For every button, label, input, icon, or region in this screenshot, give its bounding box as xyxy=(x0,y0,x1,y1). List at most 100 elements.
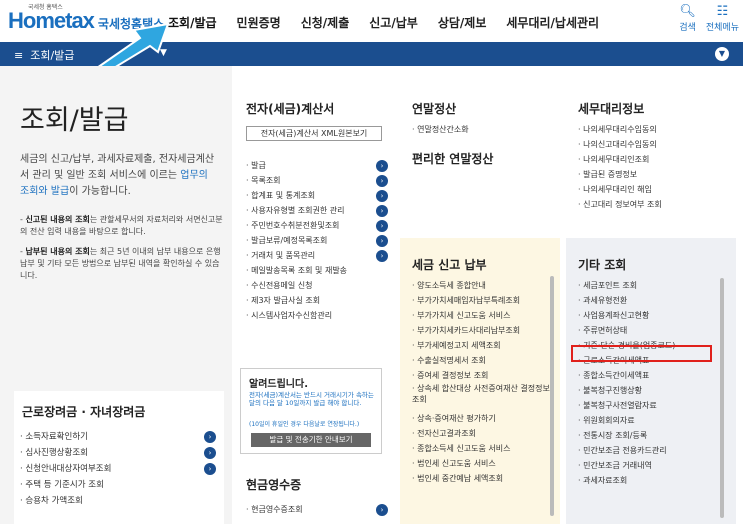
gnb-item-tax-agent[interactable]: 세무대리/납세관리 xyxy=(506,14,599,31)
tax-report-list: · 양도소득세 종합안내 · 부가가치세매입자납부특례조회 · 부가가치세 신고… xyxy=(412,278,552,486)
list-item[interactable]: · 증여세 결정정보 조회 xyxy=(412,368,552,383)
list-item[interactable]: · 나의신고대리수임동의 xyxy=(578,137,728,152)
list-item[interactable]: · 나의세무대리인조회 xyxy=(578,152,728,167)
list-item[interactable]: · 민간보조금 거래내역 xyxy=(578,458,724,473)
note-reported: - 신고된 내용의 조회는 관할세무서의 자료처리와 서면신고분의 전산 입력 … xyxy=(20,215,223,236)
list-item[interactable]: · 소득자료확인하기 › xyxy=(20,429,222,445)
list-item[interactable]: · 시스템사업자수신함관리 xyxy=(246,308,388,323)
scrollbar[interactable] xyxy=(550,276,554,516)
list-item[interactable]: · 과세자료조회 xyxy=(578,473,724,488)
top-utilities: 🔍︎ 검색 ☷ 전체메뉴 xyxy=(679,4,739,33)
global-nav: 조회/발급 민원증명 신청/제출 신고/납부 상담/제보 세무대리/납세관리 xyxy=(168,14,619,31)
list-item[interactable]: · 신고대리 정보여부 조회 xyxy=(578,197,728,212)
arrow-circle-icon[interactable]: › xyxy=(376,250,388,262)
list-item[interactable]: · 불복청구진행상황 xyxy=(578,383,724,398)
list-item[interactable]: · 메일발송목록 조회 및 재발송 xyxy=(246,263,388,278)
list-item[interactable]: · 불복청구사전열람자료 xyxy=(578,398,724,413)
all-menu-button[interactable]: ☷ 전체메뉴 xyxy=(706,4,739,33)
other-inquiry-list: · 세금포인트 조회 · 과세유형전환 · 사업용계좌신고현황 · 주류면허상태… xyxy=(578,278,724,488)
list-item[interactable]: · 법인세 중간예납 세액조회 xyxy=(412,471,552,486)
scrollbar[interactable] xyxy=(720,278,724,518)
list-item[interactable]: · 수신전용메일 신청 xyxy=(246,278,388,293)
list-item[interactable]: · 목록조회 › xyxy=(246,173,388,188)
arrow-circle-icon[interactable]: › xyxy=(376,504,388,516)
list-item[interactable]: · 위원회회의자료 xyxy=(578,413,724,428)
list-item[interactable]: · 주류면허상태 xyxy=(578,323,724,338)
list-item[interactable]: · 심사진행상황조회 › xyxy=(20,445,222,461)
year-end-section: 연말정산 · 연말정산간소화 편리한 연말정산 xyxy=(400,82,560,227)
incentive-list: · 소득자료확인하기 › · 심사진행상황조회 › · 신청안내대상자여부조회 › ·… xyxy=(20,429,222,509)
cash-receipt-list: · 현금영수증조회 › xyxy=(246,502,388,517)
einvoice-title: 전자(세금)계산서 xyxy=(246,102,335,116)
list-item[interactable]: · 민간보조금 전용카드관리 xyxy=(578,443,724,458)
year-end-list: · 연말정산간소화 xyxy=(412,122,554,137)
list-item[interactable]: · 종합소득세 신고도움 서비스 xyxy=(412,441,552,456)
list-item[interactable]: · 부가가치세매입자납부특례조회 xyxy=(412,293,552,308)
list-item[interactable]: · 나의세무대리수임동의 xyxy=(578,122,728,137)
year-end-sub: 편리한 연말정산 xyxy=(412,152,494,166)
list-item[interactable]: · 발급 › xyxy=(246,158,388,173)
list-item[interactable]: · 법인세 신고도움 서비스 xyxy=(412,456,552,471)
list-item[interactable]: · 부가세예정고지 세액조회 xyxy=(412,338,552,353)
list-item[interactable]: · 거래처 및 품목관리 › xyxy=(246,248,388,263)
logo-text: Hometax xyxy=(8,8,95,33)
other-inquiry-title: 기타 조회 xyxy=(578,258,627,272)
left-panel: 조회/발급 세금의 신고/납부, 과세자료제출, 전자세금계산서 관리 및 일반… xyxy=(0,66,232,524)
incentive-box: 근로장려금 · 자녀장려금 · 소득자료확인하기 › · 심사진행상황조회 › · … xyxy=(14,391,224,524)
other-inquiry-section: 기타 조회 · 세금포인트 조회 · 과세유형전환 · 사업용계좌신고현황 · … xyxy=(566,238,736,524)
list-item[interactable]: · 부가가치세 신고도움 서비스 xyxy=(412,308,552,323)
gnb-item-consult[interactable]: 상담/제보 xyxy=(438,14,487,31)
gnb-item-certificate[interactable]: 민원증명 xyxy=(237,14,281,31)
list-item[interactable]: · 사용자유형별 조회권한 관리 › xyxy=(246,203,388,218)
gnb-item-application[interactable]: 신청/제출 xyxy=(301,14,350,31)
arrow-circle-icon[interactable]: › xyxy=(376,205,388,217)
chevron-circle-icon[interactable]: ▼ xyxy=(715,47,729,61)
list-item[interactable]: · 부가가치세카드사대리납부조회 xyxy=(412,323,552,338)
list-item[interactable]: · 신청안내대상자여부조회 › xyxy=(20,461,222,477)
tax-agent-title: 세무대리정보 xyxy=(578,102,645,116)
list-item[interactable]: · 승용차 가액조회 xyxy=(20,493,222,509)
arrow-circle-icon[interactable]: › xyxy=(204,463,216,475)
list-item[interactable]: · 종합소득간이세액표 xyxy=(578,368,724,383)
list-item[interactable]: · 세금포인트 조회 xyxy=(578,278,724,293)
list-item[interactable]: · 수출실적명세서 조회 xyxy=(412,353,552,368)
search-button[interactable]: 🔍︎ 검색 xyxy=(679,4,696,33)
list-item[interactable]: · 양도소득세 종합안내 xyxy=(412,278,552,293)
list-item[interactable]: · 나의세무대리인 해임 xyxy=(578,182,728,197)
list-item[interactable]: · 상속·증여재산 평가하기 xyxy=(412,411,552,426)
deadline-guide-button[interactable]: 발급 및 전송기한 안내보기 xyxy=(251,433,371,447)
list-item[interactable]: · 주택 등 기준시가 조회 xyxy=(20,477,222,493)
gnb-item-inquiry[interactable]: 조회/발급 xyxy=(168,14,217,31)
list-item[interactable]: · 발급된 증명정보 xyxy=(578,167,728,182)
list-item[interactable]: · 제3자 발급사실 조회 xyxy=(246,293,388,308)
arrow-circle-icon[interactable]: › xyxy=(376,175,388,187)
arrow-circle-icon[interactable]: › xyxy=(376,190,388,202)
xml-original-button[interactable]: 전자(세금)계산서 XML원본보기 xyxy=(246,126,382,141)
list-item[interactable]: · 전자신고결과조회 xyxy=(412,426,552,441)
arrow-circle-icon[interactable]: › xyxy=(204,447,216,459)
year-end-title: 연말정산 xyxy=(412,102,457,116)
search-icon: 🔍︎ xyxy=(679,4,696,19)
list-item[interactable]: · 연말정산간소화 xyxy=(412,122,554,137)
list-item[interactable]: · 합계표 및 통계조회 › xyxy=(246,188,388,203)
search-label: 검색 xyxy=(679,23,696,33)
gnb-item-report-pay[interactable]: 신고/납부 xyxy=(369,14,418,31)
tax-report-title: 세금 신고 납부 xyxy=(412,258,487,272)
notice-sub: (10일이 휴일인 경우 다음날로 연장됩니다.) xyxy=(249,421,360,428)
list-item[interactable]: · 과세유형전환 xyxy=(578,293,724,308)
arrow-circle-icon[interactable]: › xyxy=(376,220,388,232)
list-item[interactable]: · 발급보류/예정목록조회 › xyxy=(246,233,388,248)
list-item[interactable]: · 상속세 합산대상 사전증여재산 결정정보 조회 xyxy=(412,383,552,411)
arrow-circle-icon[interactable]: › xyxy=(376,235,388,247)
breadcrumb[interactable]: ≡ 조회/발급 xyxy=(14,47,74,63)
page-title: 조회/발급 xyxy=(20,105,129,136)
list-item[interactable]: · 주민번호수취분전환및조회 › xyxy=(246,218,388,233)
page-intro: 세금의 신고/납부, 과세자료제출, 전자세금계산서 관리 및 일반 조회 서비… xyxy=(20,154,215,197)
list-item[interactable]: · 전통시장 조회/등록 xyxy=(578,428,724,443)
arrow-circle-icon[interactable]: › xyxy=(376,160,388,172)
list-item[interactable]: · 사업용계좌신고현황 xyxy=(578,308,724,323)
hamburger-icon: ≡ xyxy=(14,49,24,62)
breadcrumb-label: 조회/발급 xyxy=(30,49,75,62)
list-item[interactable]: · 현금영수증조회 › xyxy=(246,502,388,517)
arrow-circle-icon[interactable]: › xyxy=(204,431,216,443)
